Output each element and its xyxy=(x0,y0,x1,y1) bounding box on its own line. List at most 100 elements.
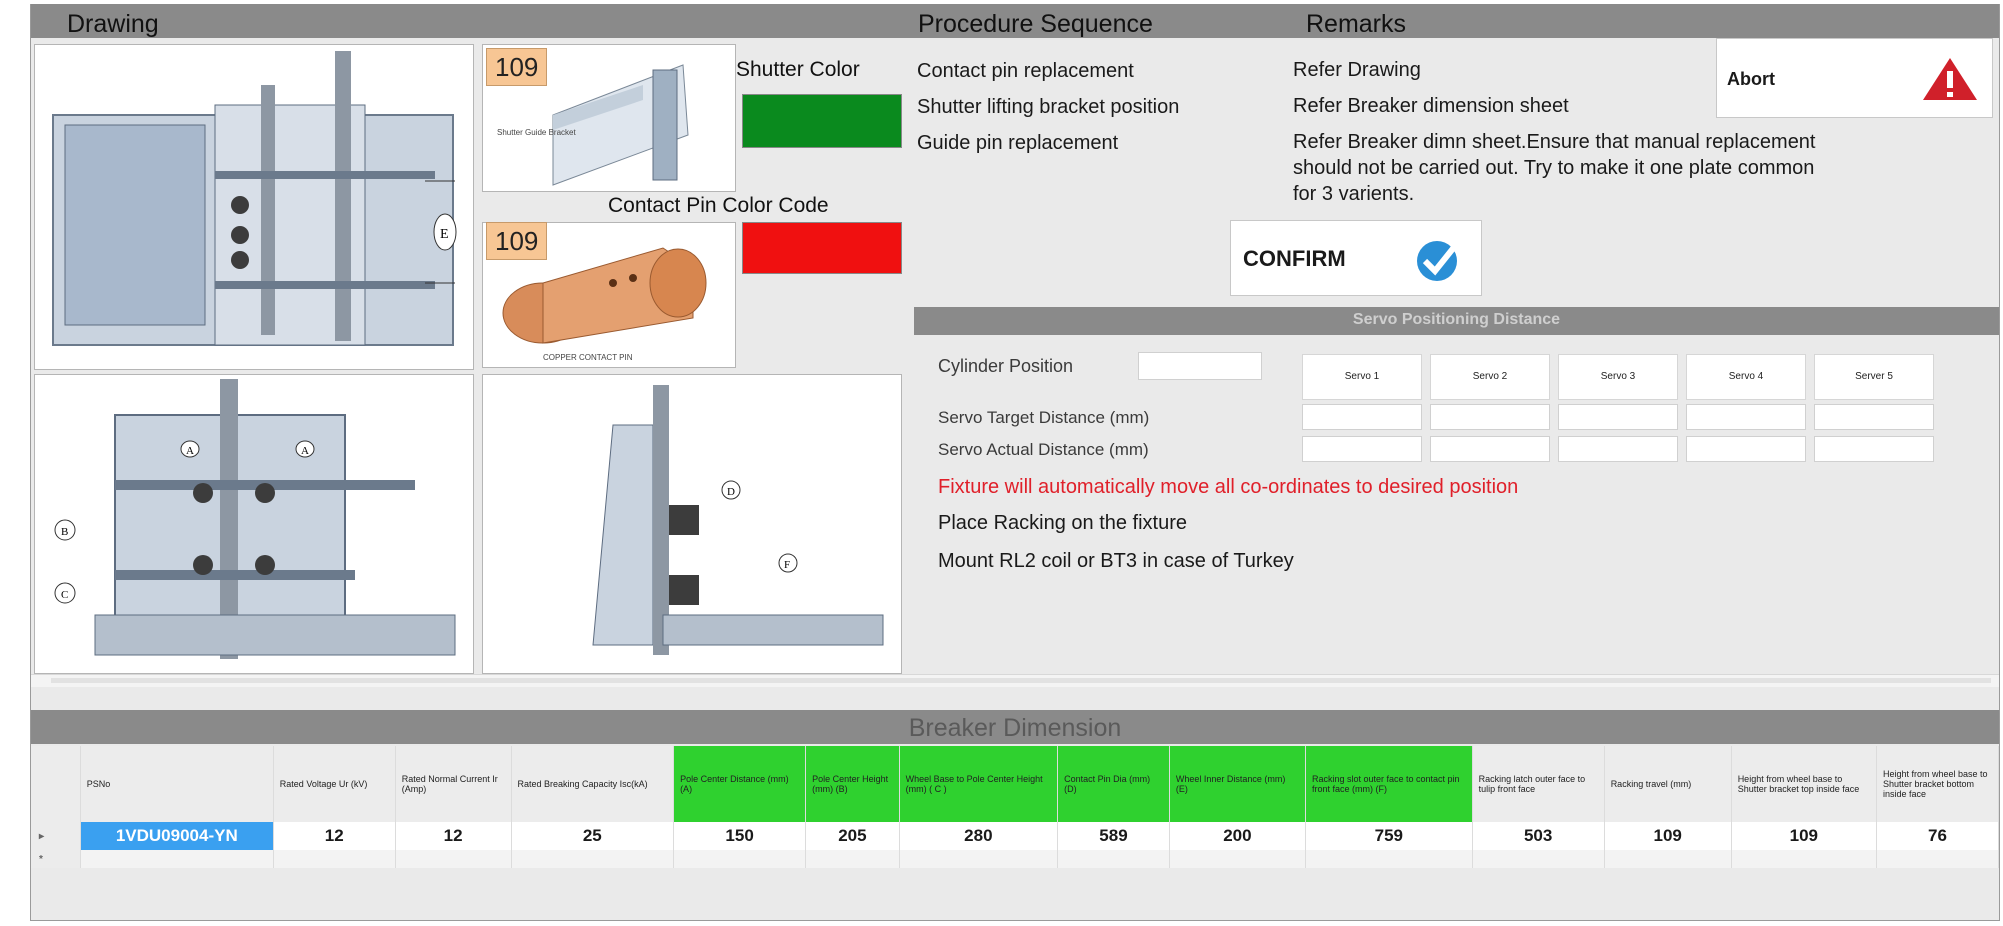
new-row-cell[interactable] xyxy=(899,850,1059,868)
servo-4-actual xyxy=(1686,436,1806,462)
cylinder-position-input[interactable] xyxy=(1138,352,1262,380)
instruction-racking: Place Racking on the fixture xyxy=(938,512,1188,534)
abort-button[interactable]: Abort xyxy=(1716,38,1993,118)
drawing-side-view: A A B C xyxy=(34,374,474,674)
remark-item: Refer Drawing xyxy=(1293,59,1421,81)
servo-1-button[interactable]: Servo 1 xyxy=(1302,354,1422,400)
remark-item: Refer Breaker dimn sheet.Ensure that man… xyxy=(1293,131,1816,153)
dim-label-a-left: A xyxy=(186,445,194,457)
cell-wheel-base-height[interactable]: 280 xyxy=(899,822,1059,850)
procedure-item: Contact pin replacement xyxy=(917,60,1134,82)
fixture-side-drawing: A A B C xyxy=(54,379,456,659)
cell-racking-latch[interactable]: 503 xyxy=(1472,822,1605,850)
procedure-item: Shutter lifting bracket position xyxy=(917,96,1180,118)
remarks-title: Remarks xyxy=(1306,10,1407,38)
abort-label: Abort xyxy=(1727,69,1775,89)
drawing-front-view: E xyxy=(34,44,474,370)
horizontal-scrollbar[interactable] xyxy=(31,674,1999,687)
new-row-selector[interactable]: * xyxy=(31,850,81,868)
confirm-label: CONFIRM xyxy=(1243,246,1346,271)
servo-4-target xyxy=(1686,404,1806,430)
cell-contact-pin-dia[interactable]: 589 xyxy=(1057,822,1170,850)
cell-breaking-capacity[interactable]: 25 xyxy=(511,822,675,850)
check-icon xyxy=(1417,239,1462,281)
shutter-color-label: Shutter Color xyxy=(736,58,860,81)
scrollbar-thumb[interactable] xyxy=(51,678,1991,683)
cell-racking-slot[interactable]: 759 xyxy=(1305,822,1473,850)
row-selector[interactable]: ▸ xyxy=(31,822,81,850)
new-row-cell[interactable] xyxy=(1876,850,2000,868)
cell-racking-travel[interactable]: 109 xyxy=(1604,822,1732,850)
servo-1-target xyxy=(1302,404,1422,430)
col-rated-voltage: Rated Voltage Ur (kV) xyxy=(273,746,396,822)
remark-item: should not be carried out. Try to make i… xyxy=(1293,157,1815,179)
servo-1-actual xyxy=(1302,436,1422,462)
new-row-cell[interactable] xyxy=(273,850,396,868)
col-wheel-base-height: Wheel Base to Pole Center Height (mm) ( … xyxy=(899,746,1059,822)
dim-label-a-right: A xyxy=(301,445,309,457)
col-breaking-capacity: Rated Breaking Capacity Isc(kA) xyxy=(511,746,675,822)
servo-3-button[interactable]: Servo 3 xyxy=(1558,354,1678,400)
servo-3-target xyxy=(1558,404,1678,430)
psno-value: 1VDU09004-YN xyxy=(101,824,252,848)
shutter-bracket-caption: Shutter Guide Bracket xyxy=(497,128,576,137)
cell-height-bottom[interactable]: 76 xyxy=(1876,822,2000,850)
cell-wheel-inner-distance[interactable]: 200 xyxy=(1169,822,1306,850)
dim-label-c: C xyxy=(61,589,68,601)
procedure-item: Guide pin replacement xyxy=(917,132,1119,154)
badge-109-bottom: 109 xyxy=(486,222,548,260)
contact-pin-caption: COPPER CONTACT PIN xyxy=(543,353,633,362)
servo-5-target xyxy=(1814,404,1934,430)
shutter-color-swatch xyxy=(742,94,902,148)
new-row-cell[interactable] xyxy=(1169,850,1306,868)
col-pole-center-distance: Pole Center Distance (mm) (A) xyxy=(673,746,807,822)
new-row-cell[interactable] xyxy=(805,850,900,868)
col-height-top: Height from wheel base to Shutter bracke… xyxy=(1731,746,1877,822)
instruction-mount-coil: Mount RL2 coil or BT3 in case of Turkey xyxy=(938,550,1294,572)
servo-section-title: Servo Positioning Distance xyxy=(1352,311,1561,328)
new-row-cell[interactable] xyxy=(395,850,512,868)
servo-2-actual xyxy=(1430,436,1550,462)
servo-3-actual xyxy=(1558,436,1678,462)
servo-5-button[interactable]: Server 5 xyxy=(1814,354,1934,400)
servo-2-target xyxy=(1430,404,1550,430)
servo-4-button[interactable]: Servo 4 xyxy=(1686,354,1806,400)
cell-psno[interactable]: 1VDU09004-YN xyxy=(80,822,274,850)
breaker-dimension-table: PSNo Rated Voltage Ur (kV) Rated Normal … xyxy=(31,746,2000,868)
fixture-profile-drawing: D F xyxy=(592,385,884,655)
row-header-corner xyxy=(31,746,81,822)
new-row-cell[interactable] xyxy=(80,850,274,868)
col-racking-latch: Racking latch outer face to tulip front … xyxy=(1472,746,1605,822)
new-row-cell[interactable] xyxy=(1057,850,1170,868)
new-row-cell[interactable] xyxy=(1604,850,1732,868)
new-row[interactable]: * xyxy=(31,850,2000,868)
col-racking-slot: Racking slot outer face to contact pin f… xyxy=(1305,746,1473,822)
servo-2-button[interactable]: Servo 2 xyxy=(1430,354,1550,400)
table-header-row: PSNo Rated Voltage Ur (kV) Rated Normal … xyxy=(31,746,2000,822)
fixture-front-drawing: E xyxy=(52,51,457,346)
new-row-cell[interactable] xyxy=(673,850,807,868)
new-row-cell[interactable] xyxy=(1472,850,1605,868)
col-contact-pin-dia: Contact Pin Dia (mm) (D) xyxy=(1057,746,1170,822)
col-psno: PSNo xyxy=(80,746,274,822)
cell-rated-voltage[interactable]: 12 xyxy=(273,822,396,850)
cylinder-position-label: Cylinder Position xyxy=(938,356,1074,376)
procedure-header: Procedure Sequence Remarks xyxy=(914,4,1999,38)
procedure-title: Procedure Sequence xyxy=(918,10,1153,38)
cell-height-top[interactable]: 109 xyxy=(1731,822,1877,850)
new-row-cell[interactable] xyxy=(1731,850,1877,868)
drawing-title: Drawing xyxy=(67,10,159,38)
cell-pole-center-height[interactable]: 205 xyxy=(805,822,900,850)
table-row[interactable]: ▸ 1VDU09004-YN 12 12 25 150 205 280 589 … xyxy=(31,822,2000,850)
auto-move-warning: Fixture will automatically move all co-o… xyxy=(938,476,1519,498)
remark-item: Refer Breaker dimension sheet xyxy=(1293,95,1569,117)
cell-rated-current[interactable]: 12 xyxy=(395,822,512,850)
new-row-cell[interactable] xyxy=(1305,850,1473,868)
confirm-button[interactable]: CONFIRM xyxy=(1230,220,1482,296)
servo-target-label: Servo Target Distance (mm) xyxy=(938,408,1150,427)
col-height-bottom: Height from wheel base to Shutter bracke… xyxy=(1876,746,2000,822)
col-wheel-inner-distance: Wheel Inner Distance (mm) (E) xyxy=(1169,746,1306,822)
new-row-cell[interactable] xyxy=(511,850,675,868)
cell-pole-center-distance[interactable]: 150 xyxy=(673,822,807,850)
breaker-dimension-header: Breaker Dimension xyxy=(31,710,1999,744)
